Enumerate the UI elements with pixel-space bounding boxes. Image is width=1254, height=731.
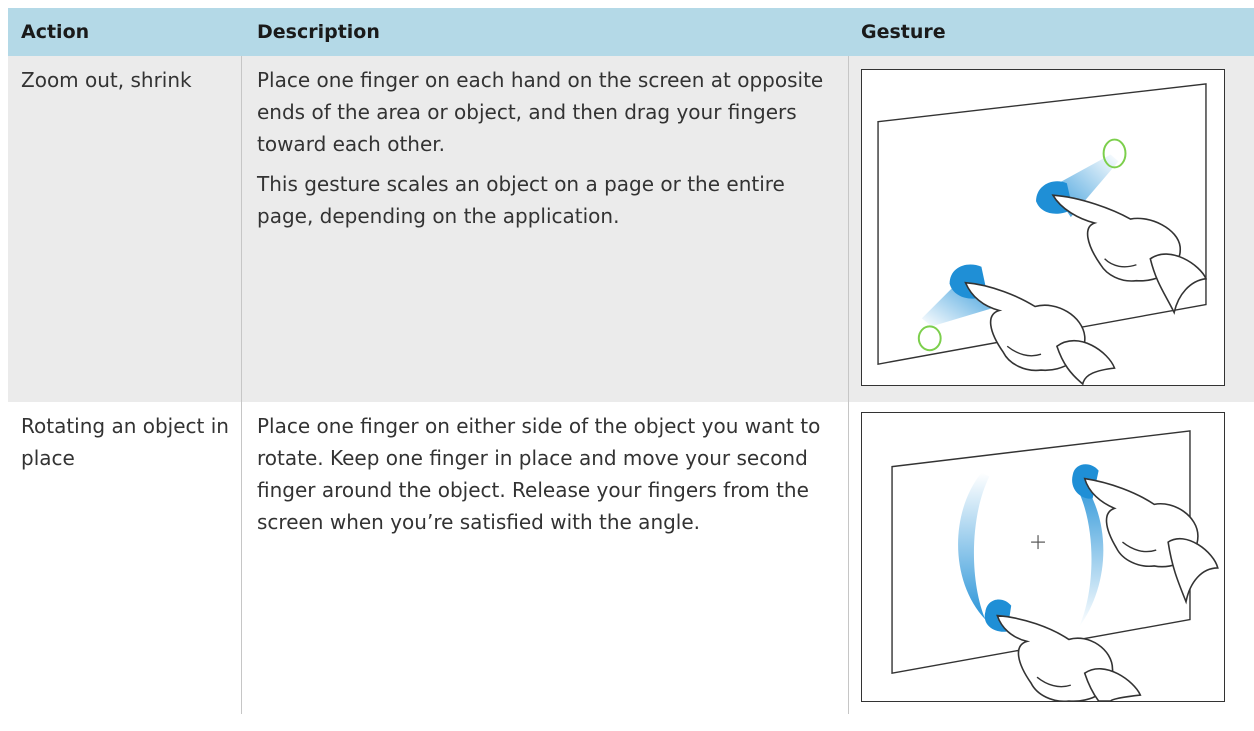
gestures-table: Action Description Gesture Zoom out, shr… [8,8,1254,714]
column-divider [848,56,849,402]
header-action: Action [21,21,90,43]
table-row: Rotating an object in place Place one fi… [8,402,1254,714]
description-paragraph: Place one finger on either side of the o… [257,414,821,534]
column-divider [241,56,242,402]
column-divider [241,402,242,714]
description-paragraph: Place one finger on each hand on the scr… [257,68,824,156]
zoom-out-gesture-illustration [861,69,1225,386]
description-paragraph: This gesture scales an object on a page … [257,172,785,228]
description-cell: Place one finger on either side of the o… [257,410,837,546]
table-header: Action Description Gesture [8,8,1254,56]
description-cell: Place one finger on each hand on the scr… [257,64,837,240]
table-row: Zoom out, shrink Place one finger on eac… [8,56,1254,402]
action-cell: Rotating an object in place [21,414,229,470]
rotate-gesture-illustration [861,412,1225,702]
action-cell: Zoom out, shrink [21,68,192,92]
column-divider [848,402,849,714]
header-description: Description [257,21,380,43]
header-gesture: Gesture [861,21,946,43]
